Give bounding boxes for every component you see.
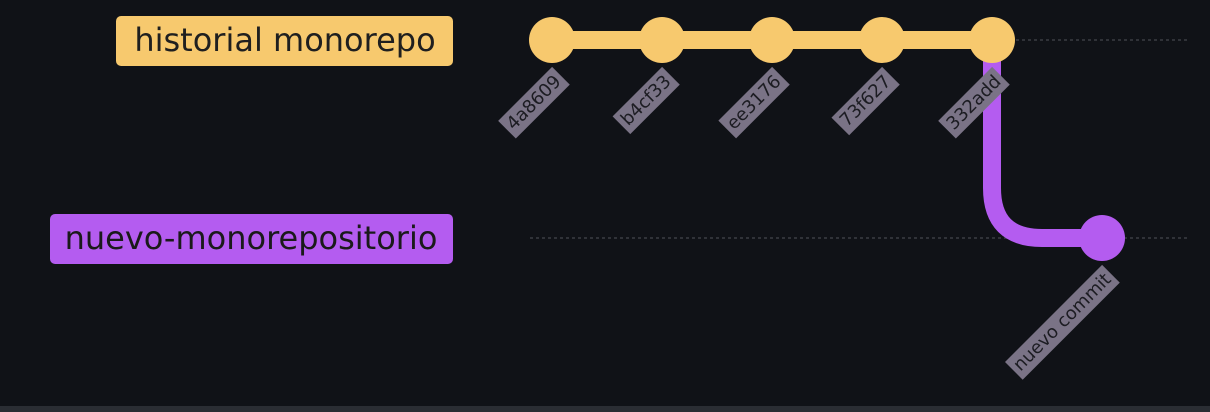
- commits-layer: 4a8609 b4cf33 ee3176 73f627 332addnuevo comm…: [498, 17, 1125, 380]
- commit-label-text: 4a8609: [502, 71, 565, 134]
- commit-label: ee3176: [718, 66, 790, 139]
- branch-label-new: nuevo-monorepositorio: [50, 214, 453, 264]
- commit-label-text: 73f627: [836, 71, 896, 131]
- branch-label-main-text: historial monorepo: [134, 21, 435, 59]
- branch-line-new: [983, 31, 1111, 247]
- commit-node: [749, 17, 795, 63]
- branch-label-main: historial monorepo: [116, 16, 453, 66]
- commit-node: [969, 17, 1015, 63]
- commit-node: [639, 17, 685, 63]
- commit-label: 4a8609: [498, 66, 570, 139]
- commit-label: b4cf33: [612, 66, 680, 135]
- commit-label: 73f627: [831, 66, 900, 136]
- commit-node: [529, 17, 575, 63]
- branch-label-new-text: nuevo-monorepositorio: [65, 219, 438, 257]
- commit-label-text: b4cf33: [617, 71, 676, 130]
- git-graph-canvas: historial monorepo nuevo-monorepositorio…: [50, 16, 1190, 380]
- git-graph-diagram: historial monorepo nuevo-monorepositorio…: [0, 0, 1210, 412]
- commit-node: [859, 17, 905, 63]
- commit-label-text: ee3176: [723, 71, 786, 134]
- bottom-scrollbar-track: [0, 406, 1210, 412]
- commit-node: [1079, 215, 1125, 261]
- commit-label: nuevo commit: [1004, 264, 1120, 380]
- commit-label-text: nuevo commit: [1009, 269, 1115, 375]
